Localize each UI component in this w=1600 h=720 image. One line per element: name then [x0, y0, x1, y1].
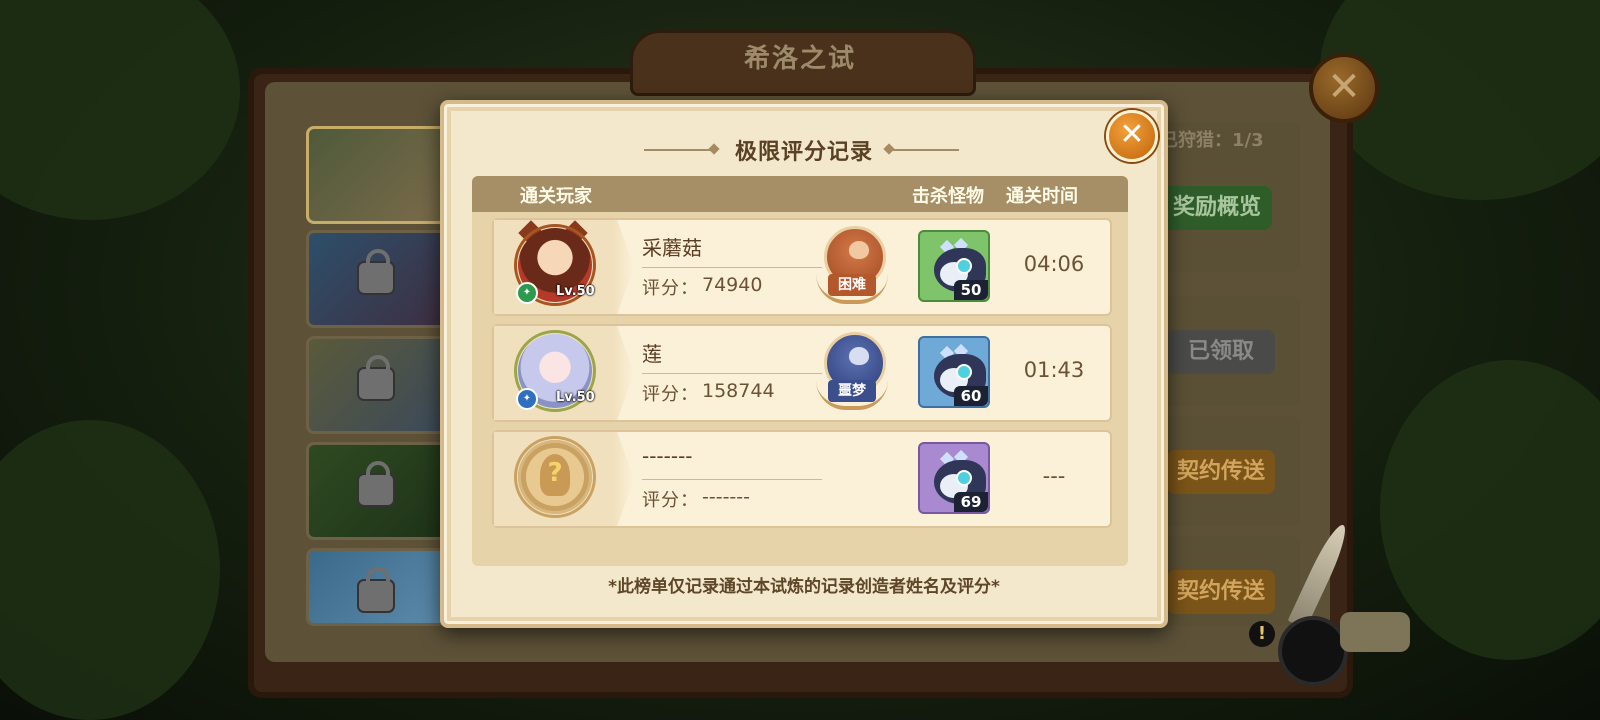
stage-thumbnail-4[interactable] [306, 442, 447, 540]
background-close-button[interactable]: ✕ [1309, 53, 1379, 123]
difficulty-badge: 困难 [814, 226, 890, 306]
player-name: 采蘑菇 [642, 236, 702, 260]
monster-portrait[interactable]: 50 [918, 230, 990, 302]
monster-face-icon [849, 241, 869, 259]
row-divider [642, 267, 822, 268]
score-record-modal: 极限评分记录 ✕ 通关玩家 击杀怪物 通关时间 ✦ Lv.50 采蘑菇 评分： … [440, 100, 1168, 628]
score-label: 评分： [642, 278, 699, 299]
lock-icon [359, 355, 393, 399]
score-label: 评分： [642, 490, 699, 511]
score-label: 评分： [642, 384, 699, 405]
monster-face-icon [849, 347, 869, 365]
monster-eye [956, 364, 972, 380]
monster-eye [956, 470, 972, 486]
row-divider [642, 479, 822, 480]
monster-portrait[interactable]: 69 [918, 442, 990, 514]
column-header-time: 通关时间 [1006, 186, 1078, 207]
player-name: 莲 [642, 342, 662, 366]
stage-thumbnail-3[interactable] [306, 336, 447, 434]
alert-icon[interactable]: ! [1249, 621, 1275, 647]
class-badge-icon: ✦ [516, 388, 538, 410]
monster-eye [956, 258, 972, 274]
player-name: ------- [642, 444, 693, 468]
difficulty-label: 噩梦 [828, 380, 876, 402]
difficulty-label: 困难 [828, 274, 876, 296]
player-level: Lv.50 [556, 284, 595, 299]
contract-teleport-button-1[interactable]: 契约传送 [1167, 450, 1275, 494]
kill-count: 50 [954, 280, 988, 300]
score-value: ------- [702, 486, 750, 508]
monster-portrait[interactable]: 60 [918, 336, 990, 408]
claimed-button[interactable]: 已领取 [1167, 330, 1275, 374]
inkwell-icon [1282, 620, 1344, 682]
kill-count: 60 [954, 386, 988, 406]
clear-time: --- [1042, 464, 1066, 488]
score-value: 74940 [702, 274, 763, 296]
footnote: *此榜单仅记录通过本试炼的记录创造者姓名及评分* [608, 577, 1000, 597]
record-row[interactable]: ✦ Lv.50 采蘑菇 评分： 74940 困难 50 04:06 [492, 218, 1112, 316]
close-icon: ✕ [1119, 117, 1145, 152]
list-header: 通关玩家 击杀怪物 通关时间 [472, 176, 1128, 212]
lock-icon [359, 461, 393, 505]
record-row[interactable]: ? ------- 评分： ------- 69 --- [492, 430, 1112, 528]
difficulty-badge: 噩梦 [814, 332, 890, 412]
class-badge-icon: ✦ [516, 282, 538, 304]
player-level: Lv.50 [556, 390, 595, 405]
kill-count: 69 [954, 492, 988, 512]
modal-title: 极限评分记录 [734, 140, 873, 165]
contract-teleport-button-2[interactable]: 契约传送 [1167, 570, 1275, 614]
hunt-counter: 已狩猎：1/3 [1160, 130, 1264, 151]
reward-overview-button[interactable]: 奖励概览 [1162, 186, 1272, 230]
record-list: 通关玩家 击杀怪物 通关时间 ✦ Lv.50 采蘑菇 评分： 74940 困难 [472, 176, 1128, 566]
background-panel-title: 希洛之试 [743, 44, 856, 74]
clear-time: 04:06 [1023, 252, 1085, 276]
lock-icon [359, 567, 393, 611]
score-value: 158744 [702, 380, 775, 402]
record-row[interactable]: ✦ Lv.50 莲 评分： 158744 噩梦 60 01:43 [492, 324, 1112, 422]
stage-thumbnail-5[interactable] [306, 548, 447, 626]
lock-icon [359, 249, 393, 293]
row-divider [642, 373, 822, 374]
column-header-kills: 击杀怪物 [912, 186, 984, 207]
title-ornament-right [889, 149, 959, 151]
stage-thumbnail-1[interactable] [306, 126, 447, 224]
close-button[interactable]: ✕ [1106, 110, 1158, 162]
scroll-icon [1340, 612, 1410, 652]
column-header-player: 通关玩家 [520, 186, 592, 207]
clear-time: 01:43 [1023, 358, 1085, 382]
stage-thumbnail-2[interactable] [306, 230, 447, 328]
avatar-frame [514, 436, 596, 518]
